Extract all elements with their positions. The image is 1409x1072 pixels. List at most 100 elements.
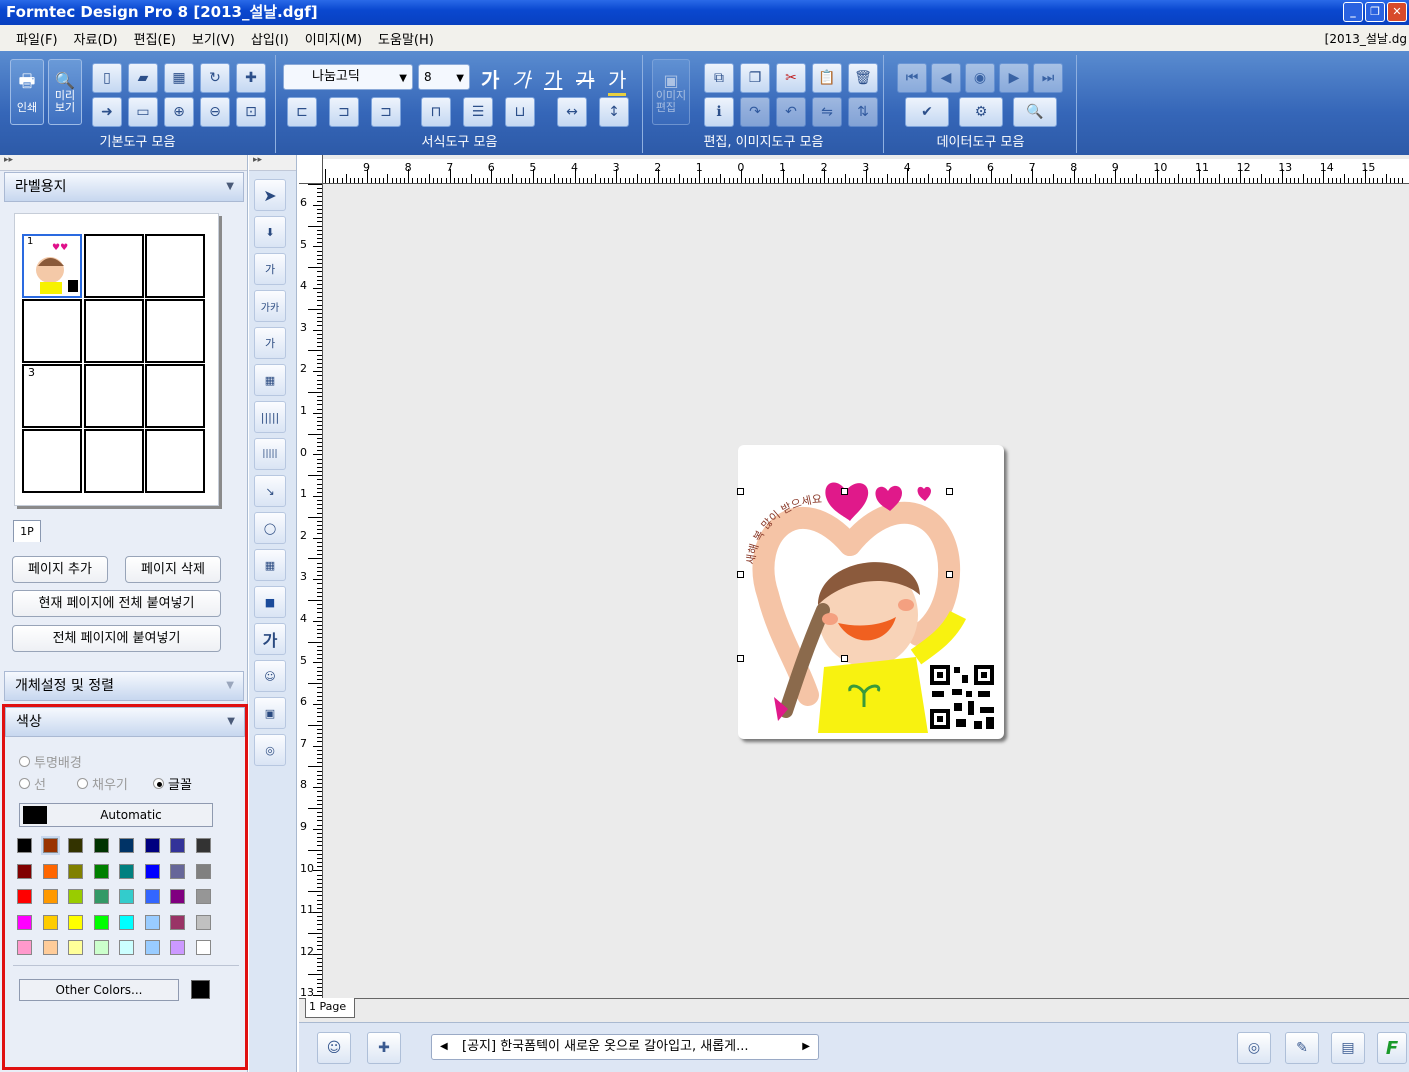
line-spacing-button[interactable]: ↕ <box>599 97 629 127</box>
color-swatch[interactable] <box>170 889 185 904</box>
color-swatch[interactable] <box>144 889 160 904</box>
line-tool[interactable]: ↘ <box>254 475 286 507</box>
notice-ticker[interactable]: ◀ [공지] 한국폼텍이 새로운 옷으로 갈아입고, 새롭게... ▶ <box>431 1034 819 1060</box>
cut-button[interactable]: ✂ <box>776 63 806 93</box>
color-swatch[interactable] <box>119 889 134 904</box>
color-swatch[interactable] <box>195 914 211 930</box>
formtec-button[interactable]: F <box>1377 1032 1407 1064</box>
color-swatch[interactable] <box>17 889 32 904</box>
color-swatch[interactable] <box>42 863 58 879</box>
export-button[interactable]: ➜ <box>92 97 122 127</box>
align-bottom-button[interactable]: ⊔ <box>505 97 535 127</box>
refresh-button[interactable]: ↻ <box>200 63 230 93</box>
color-swatch[interactable] <box>93 914 109 930</box>
data-view-button[interactable]: ◉ <box>965 63 995 93</box>
zoom-out-button[interactable]: ⊖ <box>200 97 230 127</box>
color-swatch[interactable] <box>144 863 160 879</box>
duplicate-button[interactable]: ❐ <box>740 63 770 93</box>
color-swatch[interactable] <box>93 940 109 955</box>
color-swatch[interactable] <box>93 838 109 853</box>
menu-view[interactable]: 보기(V) <box>192 29 235 48</box>
bold-button[interactable]: 가 <box>481 64 499 93</box>
label-cell[interactable] <box>84 234 144 298</box>
selection-handle[interactable] <box>946 571 953 578</box>
selection-handle[interactable] <box>841 655 848 662</box>
clipart-button[interactable]: ☺ <box>317 1032 351 1064</box>
serial-text-tool[interactable]: 가카 <box>254 290 286 322</box>
barcode-tool[interactable]: ||||| <box>254 401 286 433</box>
clipart-tool[interactable]: ☺ <box>254 660 286 692</box>
color-swatch[interactable] <box>195 889 211 904</box>
flip-horizontal-button[interactable]: ⇋ <box>812 97 842 127</box>
line-radio[interactable]: 선 <box>19 774 46 793</box>
selection-handle[interactable] <box>737 655 744 662</box>
color-swatch[interactable] <box>144 838 160 853</box>
select-tool[interactable]: ➤ <box>254 179 286 211</box>
color-swatch[interactable] <box>170 838 185 853</box>
chevron-left-icon[interactable]: ◀ <box>440 1035 448 1059</box>
add-image-button[interactable]: ✚ <box>367 1032 401 1064</box>
paste-current-page-button[interactable]: 현재 페이지에 전체 붙여넣기 <box>12 590 221 617</box>
color-swatch[interactable] <box>68 863 83 879</box>
new-button[interactable]: ▯ <box>92 63 122 93</box>
menu-file[interactable]: 파일(F) <box>16 29 58 48</box>
menu-help[interactable]: 도움말(H) <box>378 29 434 48</box>
data-check-button[interactable]: ✔ <box>905 97 949 127</box>
label-cell[interactable] <box>145 299 205 363</box>
copy-image-button[interactable]: ⧉ <box>704 63 734 93</box>
paste-all-pages-button[interactable]: 전체 페이지에 붙여넣기 <box>12 625 221 652</box>
label-paper-header[interactable]: 라벨용지 ▼ <box>4 172 244 202</box>
paste-button[interactable]: 📋 <box>812 63 842 93</box>
undo-button[interactable]: ↶ <box>776 97 806 127</box>
color-swatch[interactable] <box>144 940 160 955</box>
open-button[interactable]: ▰ <box>128 63 158 93</box>
color-header[interactable]: 색상 ▼ <box>5 707 245 737</box>
italic-button[interactable]: 가 <box>512 64 530 93</box>
color-swatch[interactable] <box>195 863 211 879</box>
data-search-button[interactable]: 🔍 <box>1013 97 1057 127</box>
color-swatch[interactable] <box>170 914 185 930</box>
blank-button[interactable]: ▭ <box>128 97 158 127</box>
shop-button[interactable]: ▤ <box>1331 1032 1365 1064</box>
align-top-button[interactable]: ⊓ <box>421 97 451 127</box>
data-last-button[interactable]: ⏭ <box>1033 63 1063 93</box>
color-swatch[interactable] <box>195 838 211 853</box>
preview-button[interactable]: 🔍 미리 보기 <box>48 59 82 125</box>
data-settings-button[interactable]: ⚙ <box>959 97 1003 127</box>
align-center-button[interactable]: ⊐ <box>329 97 359 127</box>
color-swatch[interactable] <box>119 914 134 930</box>
letter-spacing-button[interactable]: ↔ <box>557 97 587 127</box>
zoom-in-button[interactable]: ⊕ <box>164 97 194 127</box>
menu-edit[interactable]: 편집(E) <box>134 29 176 48</box>
color-swatch[interactable] <box>17 838 32 853</box>
label-cell[interactable] <box>22 429 82 493</box>
color-swatch[interactable] <box>68 838 83 853</box>
redo-button[interactable]: ↷ <box>740 97 770 127</box>
media-tool[interactable]: ◎ <box>254 734 286 766</box>
flip-vertical-button[interactable]: ⇅ <box>848 97 878 127</box>
table-tool[interactable]: ▦ <box>254 549 286 581</box>
selection-handle[interactable] <box>737 488 744 495</box>
design-canvas[interactable]: 9 8 7 6 5 4 3 2 1 0 1 2 3 4 5 6 7 8 9 10 11 12 13 14 15 65432101… <box>299 155 1409 1022</box>
color-swatch[interactable] <box>144 914 160 930</box>
color-swatch[interactable] <box>17 863 32 879</box>
data-first-button[interactable]: ⏮ <box>897 63 927 93</box>
strikethrough-button[interactable]: 가 <box>576 64 594 93</box>
align-left-button[interactable]: ⊏ <box>287 97 317 127</box>
gradient-tool[interactable]: ■ <box>254 586 286 618</box>
color-swatch[interactable] <box>119 940 134 955</box>
color-swatch[interactable] <box>40 836 60 855</box>
font-radio[interactable]: 글꼴 <box>153 774 192 793</box>
qr-code-tool[interactable]: ▦ <box>254 364 286 396</box>
shape-tool[interactable]: ◯ <box>254 512 286 544</box>
label-cell[interactable] <box>84 364 144 428</box>
help-button[interactable]: ◎ <box>1237 1032 1271 1064</box>
fill-radio[interactable]: 채우기 <box>77 774 128 793</box>
dock-handle[interactable]: ▸▸ <box>0 155 247 171</box>
menu-data[interactable]: 자료(D) <box>74 29 118 48</box>
color-swatch[interactable] <box>42 914 58 930</box>
color-swatch[interactable] <box>17 914 32 930</box>
color-swatch[interactable] <box>42 889 58 904</box>
color-swatch[interactable] <box>195 940 211 955</box>
label-cell[interactable] <box>145 364 205 428</box>
